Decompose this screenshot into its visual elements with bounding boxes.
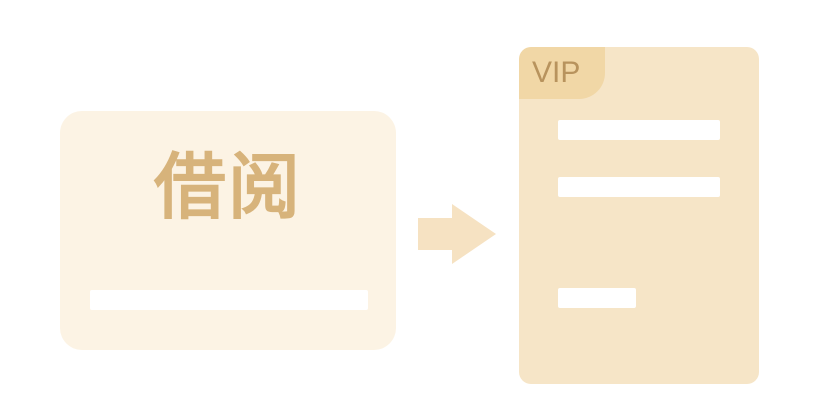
vip-badge: VIP	[519, 47, 605, 99]
document-text-line	[558, 120, 720, 140]
vip-badge-label: VIP	[532, 56, 581, 89]
document-text-line	[558, 177, 720, 197]
borrow-card: 借阅	[60, 111, 396, 350]
borrow-title: 借阅	[153, 145, 302, 229]
document-text-line	[558, 288, 636, 308]
arrow-right-icon	[418, 204, 496, 264]
illustration: 借阅 VIP	[0, 0, 840, 420]
placeholder-line	[90, 290, 368, 310]
vip-document-card: VIP	[519, 47, 759, 384]
